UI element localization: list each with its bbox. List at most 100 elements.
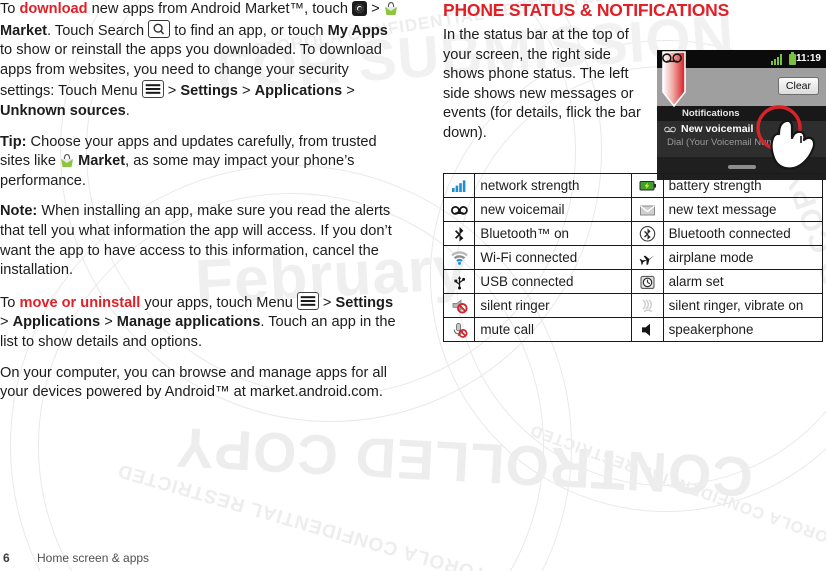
paragraph-note: Note: When installing an app, make sure … — [0, 202, 400, 280]
icon-cell — [631, 173, 664, 198]
alarm-clock-icon — [640, 275, 655, 289]
icon-label-cell: airplane mode — [662, 245, 824, 270]
table-row: new voicemail new text message — [442, 197, 824, 222]
text-run: . — [125, 102, 130, 119]
table-row: Bluetooth™ on Bluetooth connected — [442, 221, 824, 246]
table-row: Wi-Fi connected airplane mode — [442, 245, 824, 270]
text-run: > — [318, 294, 336, 311]
page-number: 6 — [3, 551, 10, 565]
text-run: > — [100, 314, 117, 331]
battery-icon — [789, 52, 796, 65]
text-run: To — [0, 1, 20, 17]
intro-paragraph: In the status bar at the top of your scr… — [443, 27, 641, 141]
text-run: new apps from Android Market™, touch — [87, 1, 353, 17]
usb-icon — [454, 276, 465, 290]
text-run: > — [367, 1, 384, 17]
search-icon[interactable] — [148, 19, 171, 38]
text-run: Applications — [12, 314, 101, 331]
icon-label-cell: silent ringer, vibrate on — [662, 293, 824, 318]
text-run: > — [342, 83, 355, 100]
text-run: My Apps — [327, 22, 388, 39]
text-run: When installing an app, make sure you re… — [0, 203, 392, 279]
icon-cell — [442, 173, 476, 198]
icon-cell — [442, 245, 476, 270]
text-run: Settings — [335, 294, 394, 311]
phone-screenshot-figure: 11:19 Clear Notifications New voicemail … — [657, 50, 826, 180]
mute-call-icon — [453, 322, 468, 338]
paragraph-computer: On your computer, you can browse and man… — [0, 364, 400, 403]
touch-hand-icon — [756, 105, 816, 170]
icon-cell — [631, 293, 664, 318]
icon-cell — [631, 221, 664, 246]
text-run: > — [163, 83, 181, 100]
text-run: move or uninstall — [19, 294, 141, 311]
text-run: > — [0, 314, 13, 331]
icon-cell — [442, 317, 476, 342]
status-icon-table: network strength battery strength new voic… — [442, 173, 824, 342]
table-row: mute call speakerphone — [442, 317, 824, 342]
icon-label-cell: silent ringer — [474, 293, 633, 318]
icon-cell — [631, 197, 664, 222]
icon-label-cell: USB connected — [474, 269, 633, 294]
text-run: To — [0, 294, 20, 311]
envelope-icon — [639, 205, 655, 216]
icon-label-cell: mute call — [474, 317, 633, 342]
paragraph-download-apps: To download new apps from Android Market… — [0, 0, 400, 122]
page-footer: 6 Home screen & apps — [0, 543, 826, 571]
footer-section-title: Home screen & apps — [37, 551, 150, 565]
table-row: USB connected alarm set — [442, 269, 824, 294]
icon-label-cell: alarm set — [662, 269, 824, 294]
status-clock: 11:19 — [795, 53, 821, 64]
icon-label-cell: network strength — [474, 173, 633, 198]
text-run: download — [19, 1, 88, 17]
bluetooth-connected-icon — [639, 226, 656, 242]
signal-bars-icon — [771, 54, 783, 65]
menu-icon[interactable] — [141, 80, 164, 99]
icon-label-cell: Bluetooth connected — [662, 221, 824, 246]
icon-label-cell: speakerphone — [662, 317, 824, 342]
text-run: > — [237, 83, 255, 100]
speakerphone-icon — [641, 323, 650, 336]
signal-bars-icon — [451, 180, 466, 192]
text-run: . Touch Search — [47, 22, 149, 39]
menu-icon[interactable] — [296, 291, 319, 310]
icon-cell — [631, 317, 664, 342]
icon-cell — [442, 221, 476, 246]
page-title: PHONE STATUS & NOTIFICATIONS — [443, 0, 730, 20]
icon-label-cell: new text message — [662, 197, 824, 222]
text-run: Market — [78, 153, 126, 170]
paragraph-tip: Tip: Choose your apps and updates carefu… — [0, 133, 400, 192]
airplane-icon — [639, 255, 655, 266]
icon-cell — [631, 269, 664, 294]
right-column: PHONE STATUS & NOTIFICATIONS In the stat… — [443, 0, 826, 186]
market-icon — [61, 154, 74, 168]
text-run: Market — [0, 22, 48, 39]
intro-block: In the status bar at the top of your scr… — [443, 26, 826, 186]
text-run: your apps, touch Menu — [140, 294, 297, 311]
text-run: . — [378, 384, 383, 401]
voicemail-icon — [450, 205, 468, 215]
text-run: to find an app, or touch — [170, 22, 328, 39]
callout-voicemail-icon — [662, 53, 682, 63]
icon-label-cell: Wi-Fi connected — [474, 245, 633, 270]
bluetooth-icon — [454, 227, 464, 242]
notification-title: New voicemail — [681, 123, 754, 135]
text-run: Unknown sources — [0, 102, 126, 119]
text-run: Applications — [254, 83, 343, 100]
launcher-icon — [352, 1, 368, 16]
vibrate-icon — [642, 299, 653, 313]
text-run: Manage applications — [116, 314, 261, 331]
text-run: Tip: — [0, 133, 27, 150]
table-row: silent ringer silent ringer, vibrate on — [442, 293, 824, 318]
icon-label-cell: Bluetooth™ on — [474, 221, 633, 246]
icon-label-cell: new voicemail — [474, 197, 633, 222]
market-icon — [384, 2, 397, 15]
icon-cell — [442, 269, 476, 294]
battery-charging-icon — [639, 181, 656, 191]
text-run: Settings — [180, 83, 238, 100]
silent-ringer-icon — [452, 299, 468, 314]
external-link[interactable]: market.android.com — [250, 384, 379, 400]
left-text-column: To download new apps from Android Market… — [0, 0, 400, 414]
clear-button[interactable]: Clear — [777, 77, 819, 95]
icon-cell — [631, 245, 664, 270]
